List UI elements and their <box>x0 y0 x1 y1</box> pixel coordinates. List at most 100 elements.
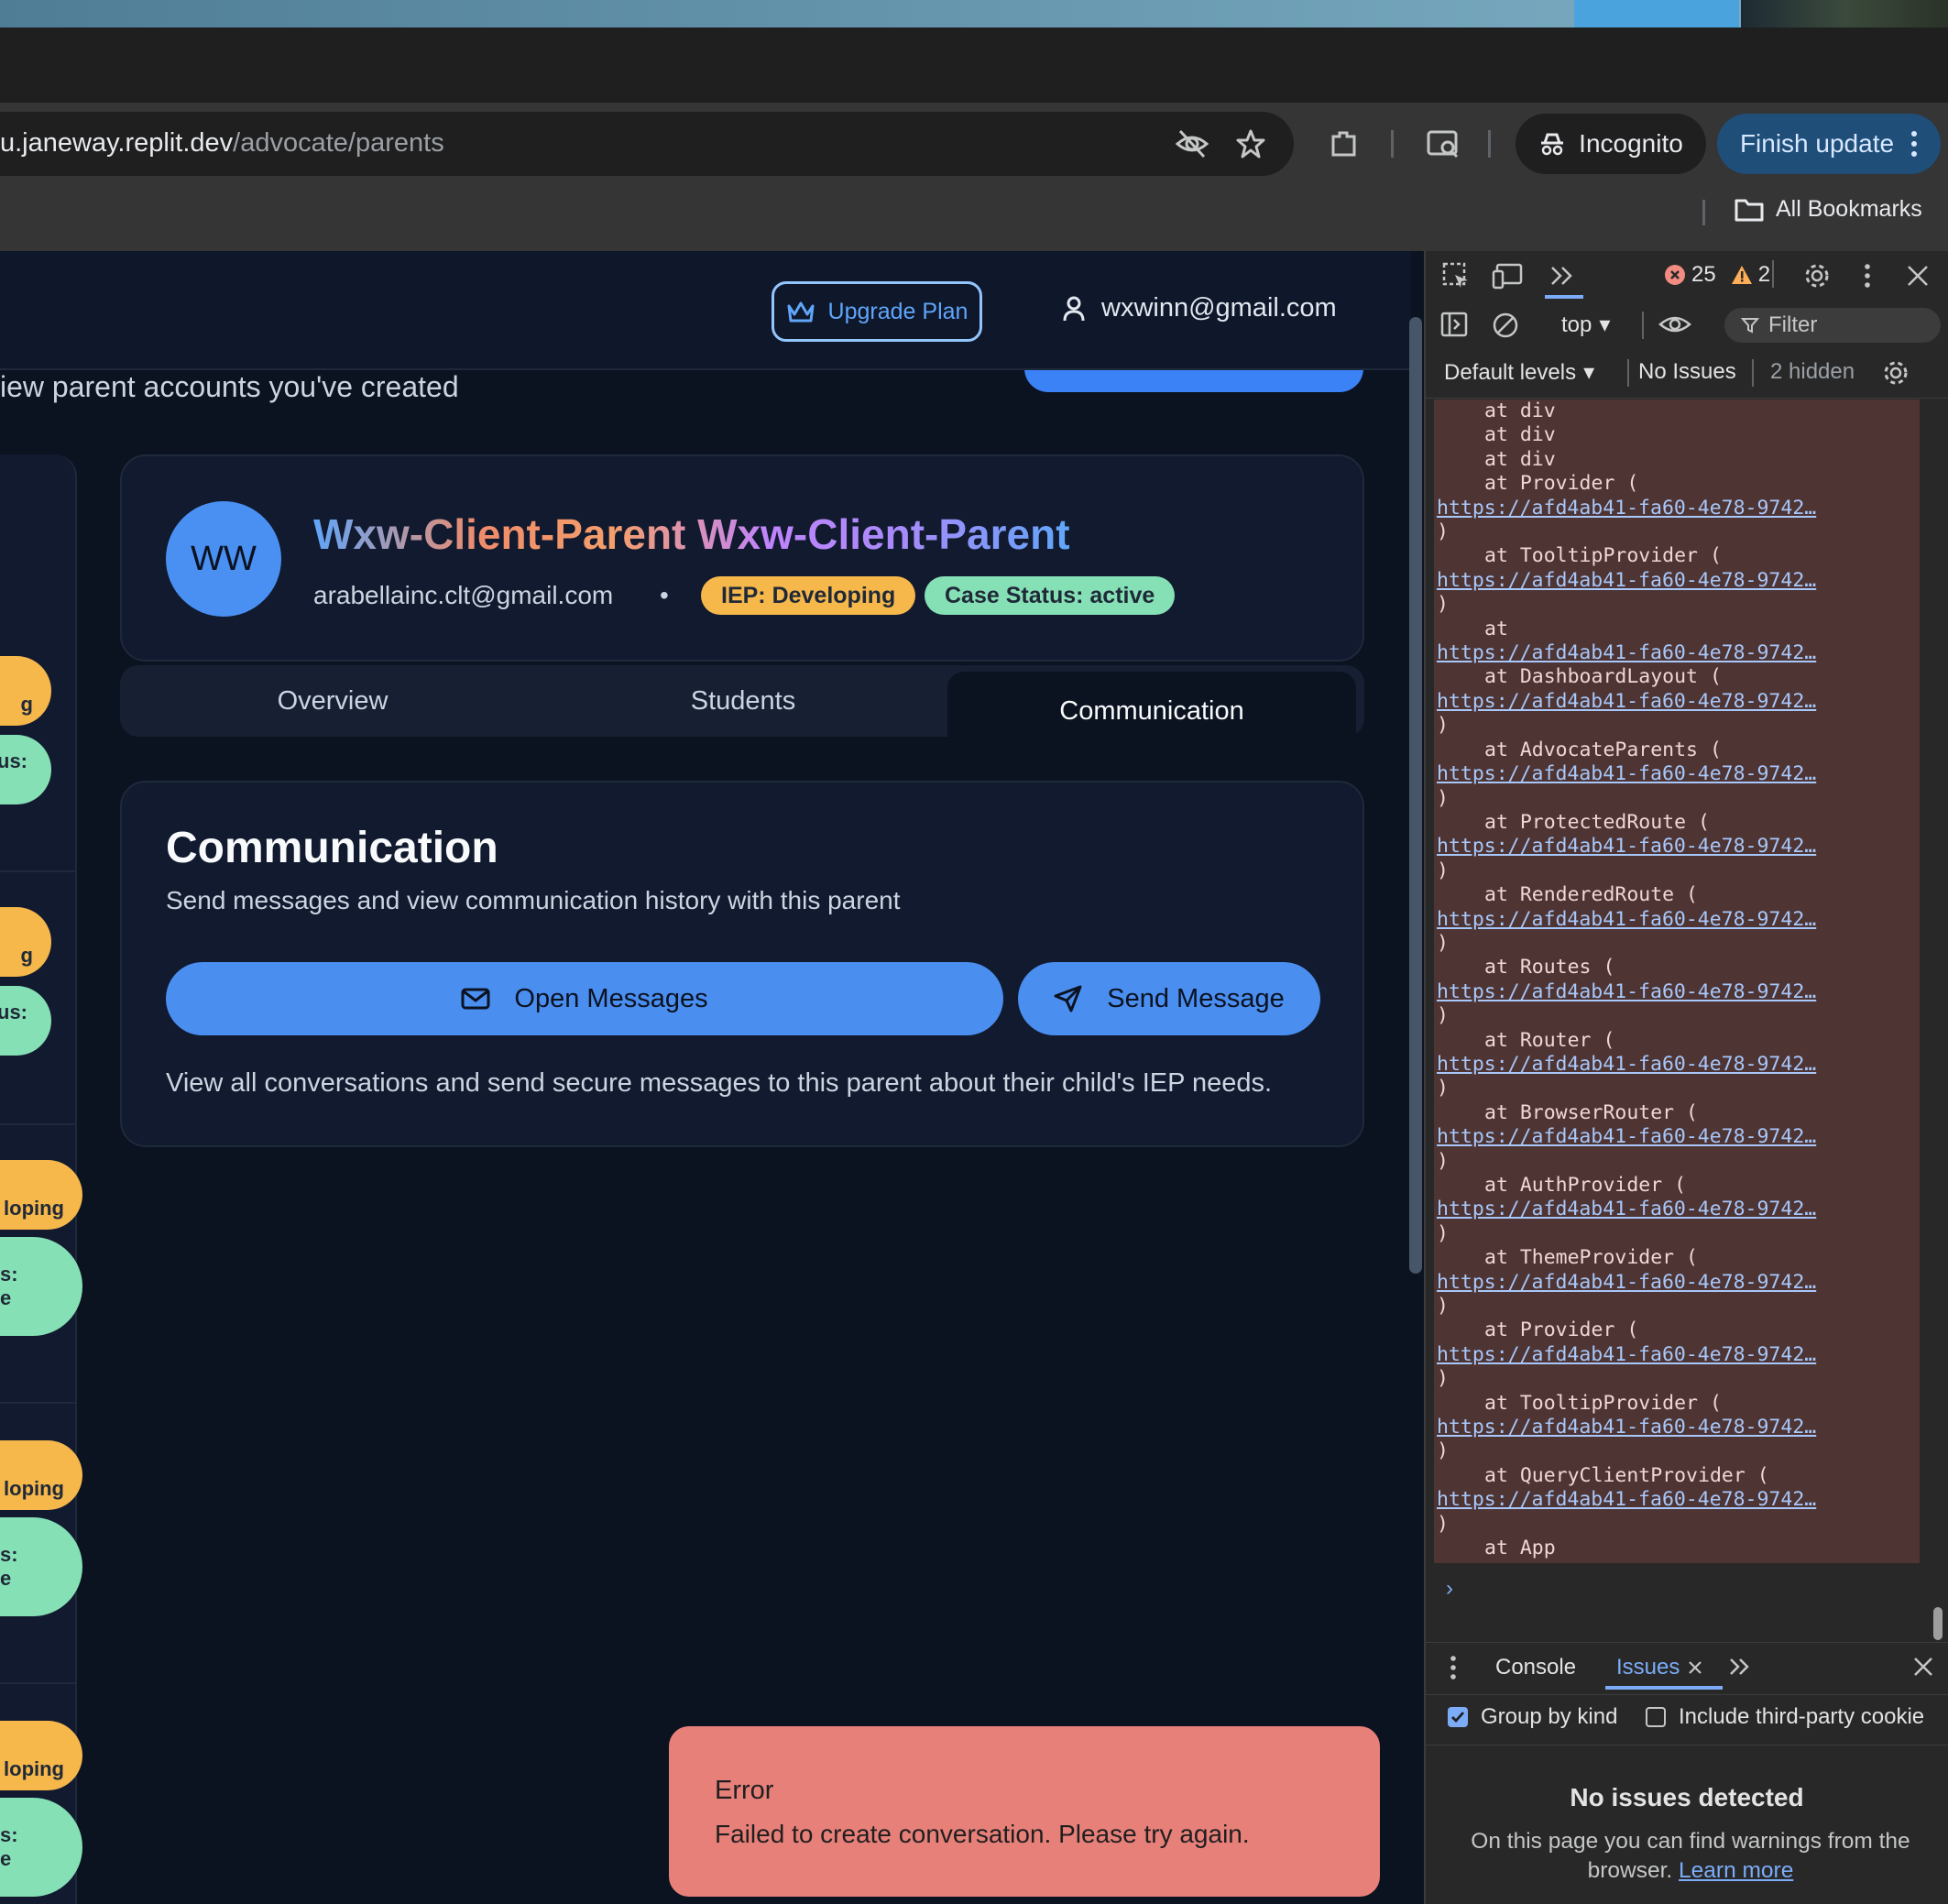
hidden-count: 2 hidden <box>1770 359 1855 384</box>
tab-overview[interactable]: Overview <box>128 665 537 737</box>
sidebar-toggle-icon[interactable] <box>1440 312 1468 337</box>
filter-input[interactable]: Filter <box>1724 308 1941 343</box>
settings-gear-icon[interactable] <box>1803 262 1831 290</box>
close-tab-icon[interactable] <box>1687 1659 1703 1676</box>
folder-icon <box>1734 197 1765 223</box>
stack-frame: at div <box>1484 423 1556 447</box>
user-menu[interactable]: wxwinn@gmail.com <box>1061 293 1337 323</box>
stack-paren: ) <box>1437 859 1449 882</box>
stack-source-link[interactable]: https://afd4ab41-fa60-4e78-9742… <box>1437 1198 1816 1220</box>
stack-source-link[interactable]: https://afd4ab41-fa60-4e78-9742… <box>1437 980 1816 1003</box>
third-party-label: Include third-party cookie <box>1679 1704 1925 1729</box>
live-expression-eye-icon[interactable] <box>1658 312 1691 337</box>
group-by-kind-checkbox[interactable]: Group by kind <box>1448 1704 1617 1730</box>
stack-paren: ) <box>1437 1077 1449 1100</box>
stack-frame: at Routes ( <box>1484 956 1615 979</box>
stack-frame: at div <box>1484 447 1556 471</box>
stack-source-link[interactable]: https://afd4ab41-fa60-4e78-9742… <box>1437 1053 1816 1076</box>
incognito-button[interactable]: Incognito <box>1516 114 1706 174</box>
error-counter[interactable]: 25 2 <box>1664 262 1770 288</box>
stack-paren: ) <box>1437 714 1449 738</box>
stack-source-link[interactable]: https://afd4ab41-fa60-4e78-9742… <box>1437 1271 1816 1294</box>
stack-paren: ) <box>1437 786 1449 810</box>
stack-source-link[interactable]: https://afd4ab41-fa60-4e78-9742… <box>1437 908 1816 931</box>
tab-students[interactable]: Students <box>539 665 947 737</box>
console-settings-gear-icon[interactable] <box>1882 359 1910 387</box>
issues-link[interactable]: No Issues <box>1638 359 1736 385</box>
user-icon <box>1061 295 1087 323</box>
close-drawer-icon[interactable] <box>1913 1657 1933 1677</box>
devtools-divider <box>1642 312 1644 339</box>
url-host: u.janeway.replit.dev <box>0 128 234 158</box>
stack-source-link[interactable]: https://afd4ab41-fa60-4e78-9742… <box>1437 835 1816 858</box>
console-prompt-icon[interactable]: › <box>1446 1576 1453 1602</box>
send-message-button[interactable]: Send Message <box>1018 962 1320 1035</box>
iep-badge: loping <box>0 1160 82 1230</box>
send-icon <box>1054 985 1083 1012</box>
error-toast[interactable] <box>669 1726 1380 1897</box>
drawer-menu-icon[interactable] <box>1450 1655 1457 1680</box>
stack-source-link[interactable]: https://afd4ab41-fa60-4e78-9742… <box>1437 569 1816 592</box>
stack-frame: at Router ( <box>1484 1028 1615 1052</box>
inspect-icon[interactable] <box>1442 262 1470 290</box>
extensions-icon[interactable] <box>1329 128 1360 159</box>
url-text[interactable]: u.janeway.replit.dev/advocate/parents <box>0 128 444 159</box>
stack-paren: ) <box>1437 931 1449 955</box>
case-status-badge: Case Status: active <box>925 576 1176 615</box>
communication-title: Communication <box>166 824 498 872</box>
open-messages-button[interactable]: Open Messages <box>166 962 1003 1035</box>
finish-update-button[interactable]: Finish update <box>1717 114 1941 174</box>
stack-source-link[interactable]: https://afd4ab41-fa60-4e78-9742… <box>1437 641 1816 664</box>
stack-source-link[interactable]: https://afd4ab41-fa60-4e78-9742… <box>1437 1488 1816 1511</box>
list-divider <box>0 870 75 872</box>
avatar: WW <box>166 501 281 617</box>
tab-issues[interactable]: Issues <box>1616 1655 1703 1680</box>
device-toolbar-icon[interactable] <box>1492 262 1523 290</box>
context-label: top <box>1561 312 1592 337</box>
stack-paren: ) <box>1437 1439 1449 1463</box>
user-email: wxwinn@gmail.com <box>1101 293 1337 323</box>
bookmark-star-icon[interactable] <box>1235 128 1266 159</box>
incognito-icon <box>1538 132 1566 156</box>
stack-source-link[interactable]: https://afd4ab41-fa60-4e78-9742… <box>1437 497 1816 520</box>
toast-title: Error <box>715 1776 774 1805</box>
devtools-divider <box>1627 359 1629 387</box>
tab-communication[interactable]: Communication <box>947 672 1356 750</box>
third-party-checkbox[interactable]: Include third-party cookie <box>1646 1704 1924 1730</box>
log-levels-dropdown[interactable]: Default levels ▾ <box>1444 359 1594 386</box>
caret-down-icon: ▾ <box>1599 312 1611 337</box>
stack-source-link[interactable]: https://afd4ab41-fa60-4e78-9742… <box>1437 1343 1816 1366</box>
eye-off-icon[interactable] <box>1175 128 1209 159</box>
page-scrollbar[interactable] <box>1409 317 1422 1274</box>
stack-paren: ) <box>1437 593 1449 617</box>
stack-source-link[interactable]: https://afd4ab41-fa60-4e78-9742… <box>1437 1416 1816 1439</box>
devtools-divider <box>1752 359 1754 387</box>
error-icon <box>1664 264 1686 286</box>
stack-paren: ) <box>1437 1295 1449 1319</box>
stack-source-link[interactable]: https://afd4ab41-fa60-4e78-9742… <box>1437 1125 1816 1148</box>
console-scrollbar[interactable] <box>1933 1607 1943 1640</box>
all-bookmarks-button[interactable]: All Bookmarks <box>1734 196 1922 223</box>
stack-frame: at Provider ( <box>1484 1319 1639 1342</box>
more-panels-icon[interactable] <box>1549 262 1576 290</box>
stack-frame: at TooltipProvider ( <box>1484 544 1722 568</box>
learn-more-link[interactable]: Learn more <box>1679 1858 1793 1883</box>
desktop-window-edge <box>1574 0 1739 27</box>
clear-console-icon[interactable] <box>1492 312 1519 339</box>
tab-console[interactable]: Console <box>1495 1655 1576 1680</box>
search-tab-icon[interactable] <box>1426 128 1461 159</box>
stack-frame: at <box>1484 617 1508 640</box>
no-issues-title: No issues detected <box>1570 1783 1804 1811</box>
stack-frame: at AuthProvider ( <box>1484 1174 1687 1197</box>
stack-frame: at Provider ( <box>1484 472 1639 496</box>
stack-frame: at RenderedRoute ( <box>1484 883 1698 907</box>
stack-trace: at div at div at div at Provider (https://a… <box>1437 399 1816 1561</box>
toolbar-divider <box>1391 130 1394 158</box>
more-drawer-tabs-icon[interactable] <box>1728 1655 1752 1679</box>
more-vert-icon[interactable] <box>1864 262 1871 290</box>
stack-source-link[interactable]: https://afd4ab41-fa60-4e78-9742… <box>1437 762 1816 785</box>
context-selector[interactable]: top ▾ <box>1561 312 1610 338</box>
upgrade-plan-button[interactable]: Upgrade Plan <box>772 281 982 342</box>
stack-source-link[interactable]: https://afd4ab41-fa60-4e78-9742… <box>1437 690 1816 713</box>
close-devtools-icon[interactable] <box>1906 264 1930 288</box>
